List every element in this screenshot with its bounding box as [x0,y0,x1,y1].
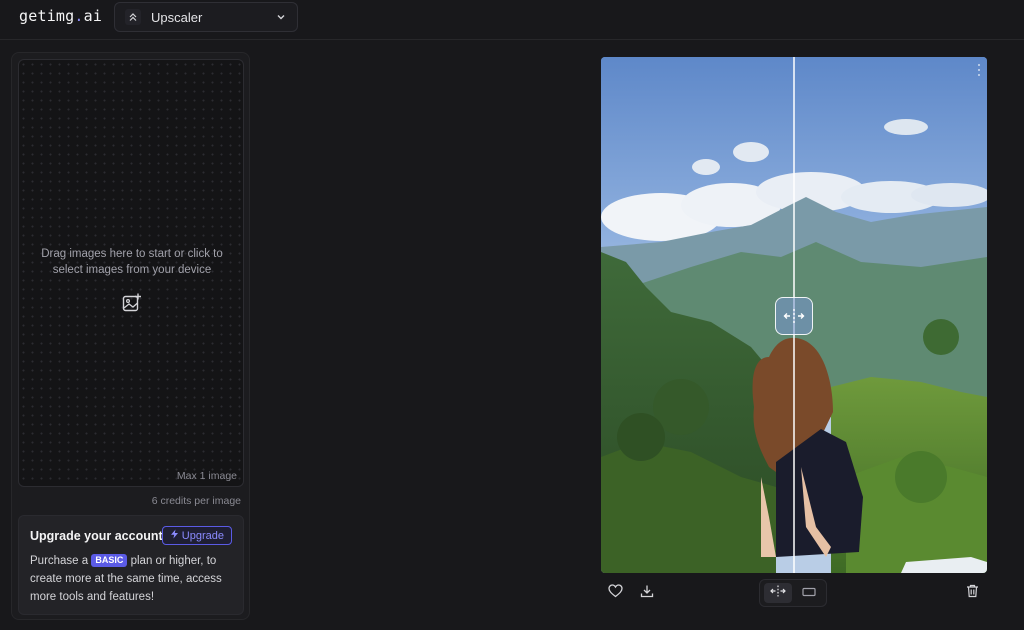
add-image-icon [121,292,143,319]
left-panel: Drag images here to start or click to se… [11,52,250,620]
logo-main: getimg [19,7,75,25]
view-mode-toggle [759,579,827,607]
dropzone-text: Drag images here to start or click to se… [41,248,223,276]
upgrade-button-label: Upgrade [181,529,224,542]
download-button[interactable] [635,581,659,605]
logo[interactable]: getimg.ai [19,7,102,25]
split-compare-icon [783,308,805,324]
upgrade-title: Upgrade your account [30,529,163,543]
chevron-down-icon [275,11,287,26]
trash-icon [966,584,979,603]
single-view-icon [802,584,816,602]
compare-slider-handle[interactable] [775,297,813,335]
upgrade-desc-before: Purchase a [30,555,89,567]
upgrade-card: Upgrade your account Upgrade Purchase a … [18,515,244,615]
top-bar: getimg.ai Upscaler [0,0,1024,40]
image-dropzone[interactable]: Drag images here to start or click to se… [18,59,244,487]
max-images-note: Max 1 image [176,470,237,482]
heart-icon [607,583,623,603]
single-view-button[interactable] [795,583,823,603]
compare-view-icon [770,584,786,602]
image-preview[interactable] [601,57,987,573]
credits-note: 6 credits per image [151,495,241,507]
logo-suffix: ai [83,7,103,25]
tool-select-value: Upscaler [151,9,203,25]
compare-view-button[interactable] [764,583,792,603]
tool-select-dropdown[interactable]: Upscaler [114,2,298,32]
logo-dot: . [74,7,84,25]
drag-handle-icon [977,63,981,77]
download-icon [640,584,654,603]
favorite-button[interactable] [603,581,627,605]
upgrade-description: Purchase a BASIC plan or higher, to crea… [30,552,240,606]
basic-plan-badge: BASIC [91,554,128,567]
delete-button[interactable] [960,581,984,605]
upscale-icon [125,9,141,25]
lightning-icon [170,529,179,542]
upgrade-button[interactable]: Upgrade [161,526,232,545]
